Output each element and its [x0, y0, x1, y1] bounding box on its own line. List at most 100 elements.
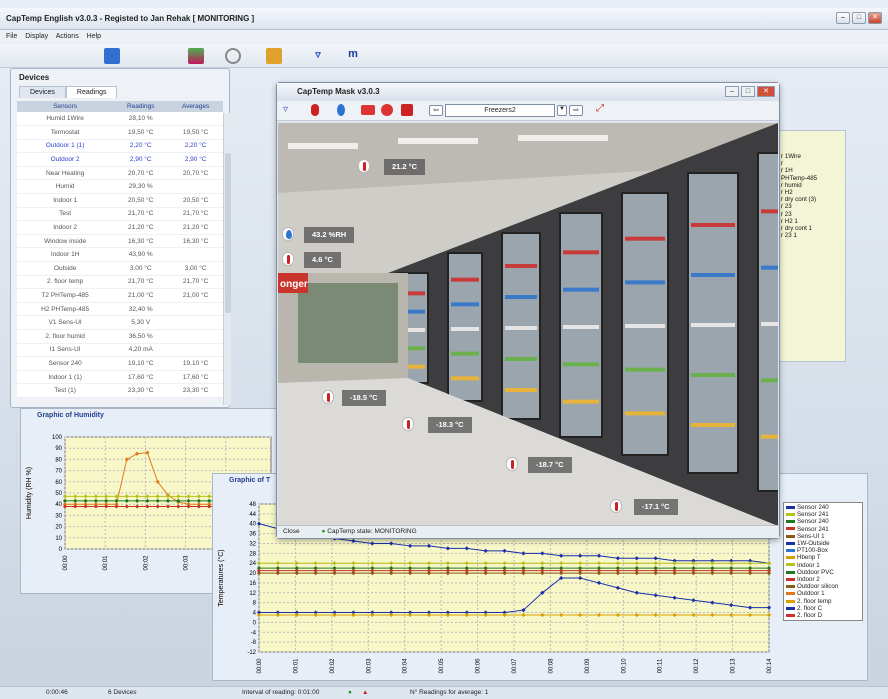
tab-readings[interactable]: Readings [65, 86, 118, 98]
filter-icon[interactable]: ▿ [283, 104, 295, 116]
cell-average: 17,60 °C [168, 370, 223, 385]
next-mask-button[interactable]: ⇨ [569, 105, 583, 116]
x-tick-label: 00:01 [293, 658, 299, 674]
devices-panel: Devices Devices Readings Sensors Reading… [10, 68, 231, 408]
maximize-button[interactable]: □ [852, 12, 866, 24]
table-row[interactable]: T2 PHTemp-485 21,00 °C 21,00 °C [17, 288, 223, 303]
cell-sensor: V1 Sens-UI [17, 315, 114, 330]
humidity-icon[interactable] [337, 104, 345, 116]
table-row[interactable]: Indoor 1 (1) 17,60 °C 17,60 °C [17, 370, 223, 385]
table-scrollbar[interactable] [223, 113, 231, 405]
previous-mask-button[interactable]: ⇦ [429, 105, 443, 116]
mask-close-button[interactable]: ✕ [757, 86, 775, 97]
mask-maximize-button[interactable]: □ [741, 86, 755, 97]
x-tick-label: 00:03 [184, 555, 190, 571]
column-sensors[interactable]: Sensors [17, 101, 114, 112]
shelf-goods [451, 277, 479, 282]
fullscreen-icon[interactable]: ⤢ [593, 103, 607, 117]
refresh-icon[interactable] [225, 48, 241, 64]
shelf-goods [691, 423, 735, 427]
menu-help[interactable]: Help [87, 33, 101, 40]
sensor-tag[interactable]: 21.2 °C [384, 159, 426, 175]
mask-minimize-button[interactable]: – [725, 86, 739, 97]
shelf-goods [625, 280, 665, 285]
chevron-down-icon[interactable]: ▼ [557, 105, 567, 116]
column-readings[interactable]: Readings [113, 101, 169, 112]
table-row[interactable]: H2 PHTemp-485 32,40 % [17, 302, 223, 317]
output-icon[interactable] [381, 104, 393, 116]
table-row[interactable]: Indoor 2 21,20 °C 21,20 °C [17, 220, 223, 235]
tab-devices[interactable]: Devices [19, 86, 66, 98]
table-row[interactable]: Window inside 16,30 °C 16,30 °C [17, 234, 223, 249]
table-row[interactable]: Outside 3,00 °C 3,00 °C [17, 261, 223, 276]
cell-sensor: Test [17, 207, 114, 222]
cell-sensor: I1 Sens-UI [17, 343, 114, 358]
y-tick-label: 4 [253, 611, 257, 617]
readings-table: Sensors Readings Averages Humid 1Wire 28,… [17, 101, 223, 398]
legend-label: Indoor 2 [797, 576, 820, 584]
table-row[interactable]: Indoor 1H 43,90 % [17, 247, 223, 263]
table-row[interactable]: 2. floor humid 36,50 % [17, 329, 223, 344]
minimize-button[interactable]: – [836, 12, 850, 24]
shelf-goods [505, 388, 537, 392]
legend-item: Outdoor 1 [786, 590, 860, 597]
table-row[interactable]: Humid 29,30 % [17, 179, 223, 195]
filter-icon[interactable]: ▿ [310, 48, 326, 64]
list-item: r 23 1 [781, 232, 797, 240]
table-row[interactable]: 2. floor temp 21,70 °C 21,70 °C [17, 275, 223, 290]
cell-sensor: 2. floor temp [17, 275, 114, 290]
table-row[interactable]: Outdoor 2 2,90 °C 2,90 °C [17, 152, 223, 167]
input-icon[interactable] [361, 105, 375, 115]
cell-reading: 20,70 °C [113, 166, 169, 181]
save-icon[interactable] [104, 48, 120, 64]
y-tick-label: 90 [55, 446, 62, 452]
thermometer-icon [610, 499, 622, 513]
table-row[interactable]: Outdoor 1 (1) 2,20 °C 2,20 °C [17, 139, 223, 154]
readings-for-average: N° Readings for average: 1 [410, 689, 489, 696]
menu-file[interactable]: File [6, 33, 17, 40]
table-row[interactable]: Test (1) 23,30 °C 23,30 °C [17, 383, 223, 398]
mask-icon[interactable]: m [345, 48, 361, 64]
sensor-tag[interactable]: 4.6 °C [304, 252, 341, 268]
legend-item: 2. floor temp [786, 598, 860, 605]
table-row[interactable]: Sensor 240 19,10 °C 19,10 °C [17, 356, 223, 371]
sensor-tag[interactable]: -17.1 °C [634, 499, 678, 515]
sensor-tag[interactable]: -18.5 °C [342, 390, 386, 406]
sensor-tag[interactable]: 43.2 %RH [304, 227, 355, 243]
menu-display[interactable]: Display [25, 33, 48, 40]
close-label[interactable]: Close [283, 528, 300, 535]
cell-average: 21,00 °C [168, 288, 223, 303]
cell-average: 2,20 °C [168, 139, 223, 154]
table-row[interactable]: Indoor 1 20,50 °C 20,50 °C [17, 193, 223, 208]
cell-sensor: T2 PHTemp-485 [17, 288, 114, 303]
thermometer-icon [506, 457, 518, 471]
devices-icon[interactable] [188, 48, 204, 64]
mask-status-bar: Close ● CapTemp state: MONITORING [277, 525, 779, 538]
legend-swatch [786, 577, 795, 581]
y-tick-label: 24 [249, 561, 256, 567]
table-row[interactable]: V1 Sens-UI 5,30 V [17, 315, 223, 330]
mask-title: CapTemp Mask v3.0.3 [277, 83, 779, 101]
close-button[interactable]: ✕ [868, 12, 882, 24]
sensor-tag[interactable]: -18.3 °C [428, 417, 472, 433]
table-row[interactable]: Near Heating 20,70 °C 20,70 °C [17, 166, 223, 181]
cell-reading: 19,50 °C [113, 125, 169, 140]
exit-icon[interactable] [401, 104, 413, 116]
sensor-tag[interactable]: -18.7 °C [528, 457, 572, 473]
legend-swatch [786, 556, 795, 560]
mask-select[interactable]: Freezers2 [445, 104, 555, 117]
table-row[interactable]: Termostat 19,50 °C 19,50 °C [17, 125, 223, 140]
table-row[interactable]: Humid 1Wire 28,10 % [17, 112, 223, 127]
shelf-goods [563, 287, 599, 292]
thermometer-icon[interactable] [311, 104, 319, 116]
cell-sensor: Sensor 240 [17, 356, 114, 371]
scrollbar-thumb[interactable] [225, 153, 231, 313]
cell-reading: 21,00 °C [113, 288, 169, 303]
column-averages[interactable]: Averages [168, 101, 223, 112]
folder-icon[interactable] [266, 48, 282, 64]
cell-average: 21,70 °C [168, 275, 223, 290]
menu-actions[interactable]: Actions [56, 33, 79, 40]
table-row[interactable]: I1 Sens-UI 4,20 mA [17, 343, 223, 358]
legend-item: Indoor 2 [786, 576, 860, 583]
table-row[interactable]: Test 21,70 °C 21,70 °C [17, 207, 223, 222]
